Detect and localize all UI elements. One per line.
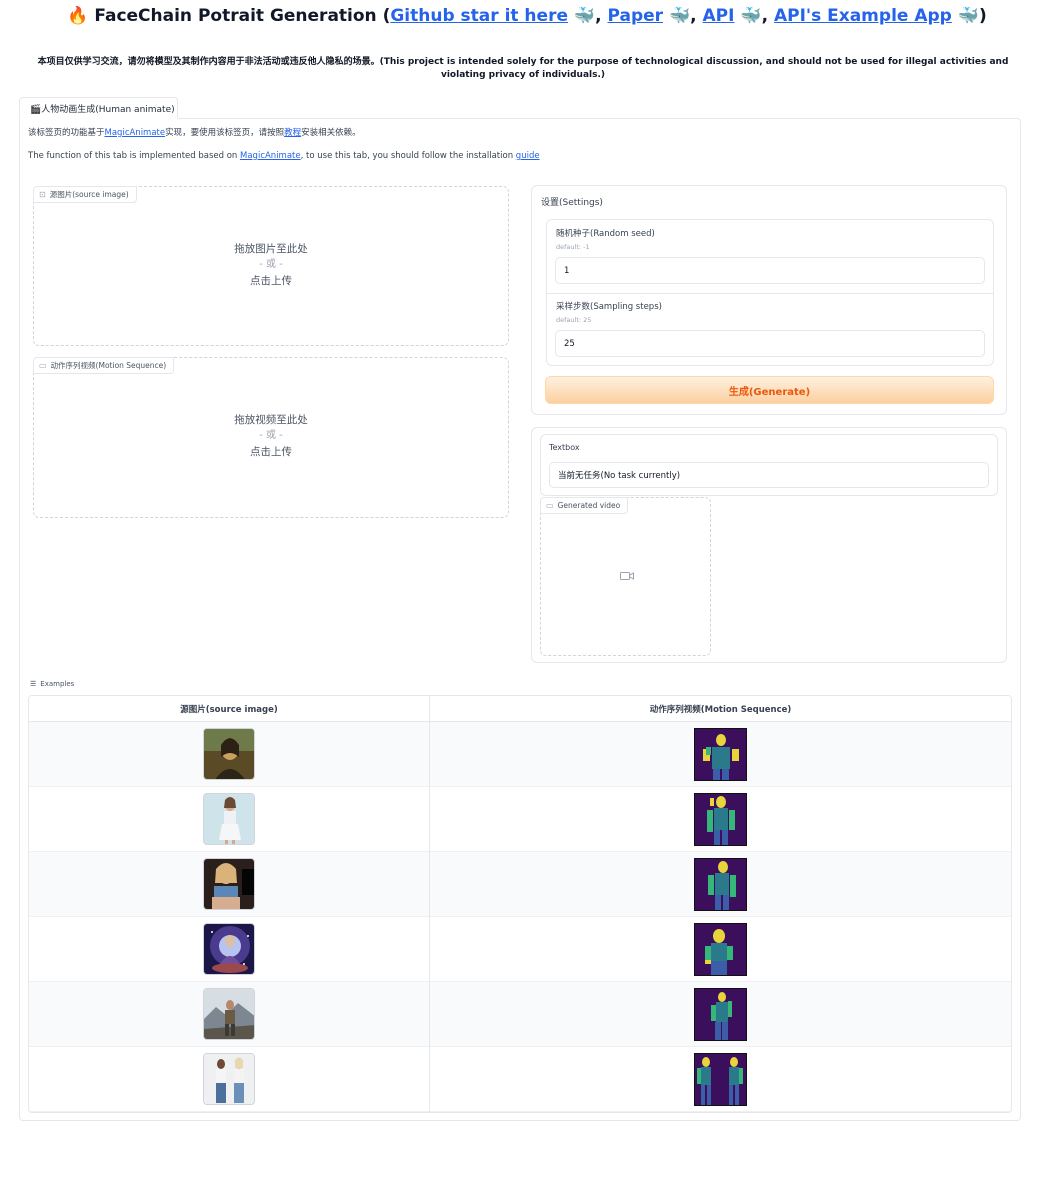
densepose-thumbnail[interactable] — [694, 858, 747, 911]
woman-blue-top-thumbnail[interactable] — [203, 858, 255, 910]
whale-icon: 🐳 — [668, 6, 691, 26]
generated-video-label: ▭ Generated video — [540, 497, 629, 514]
list-icon: ☰ — [30, 680, 37, 688]
woman-white-dress-thumbnail[interactable] — [203, 793, 255, 845]
title-text: FaceChain Potrait Generation ( — [94, 6, 391, 26]
example-row[interactable] — [29, 917, 1011, 982]
example-row[interactable] — [29, 982, 1011, 1047]
examples-label: ☰ Examples — [30, 680, 75, 688]
source-image-drop-text: 拖放图片至此处 - 或 - 点击上传 — [234, 243, 308, 287]
example-row[interactable] — [29, 787, 1011, 852]
example-row[interactable] — [29, 722, 1011, 787]
two-women-thumbnail[interactable] — [203, 1053, 255, 1105]
example-row[interactable] — [29, 1047, 1011, 1112]
fire-icon: 🔥 — [67, 6, 89, 26]
clapper-icon: 🎬 — [30, 105, 42, 115]
cosmic-meditation-thumbnail[interactable] — [203, 923, 255, 975]
video-camera-icon — [620, 572, 634, 580]
intro-en: The function of this tab is implemented … — [28, 151, 540, 161]
disclaimer-text: 本项目仅供学习交流，请勿将模型及其制作内容用于非法活动或违反他人隐私的场景。(T… — [37, 57, 1009, 80]
video-icon: ▭ — [39, 361, 47, 370]
seed-label: 随机种子(Random seed) — [556, 229, 655, 239]
status-textbox[interactable]: 当前无任务(No task currently) — [549, 462, 989, 488]
column-divider — [429, 696, 430, 1112]
mona-lisa-thumbnail[interactable] — [203, 728, 255, 780]
api-link[interactable]: API — [703, 6, 735, 26]
intro-zh: 该标签页的功能基于MagicAnimate实现，要使用该标签页，请按照教程安装相… — [28, 128, 361, 138]
densepose-thumbnail[interactable] — [694, 793, 747, 846]
magicanimate-link-zh[interactable]: MagicAnimate — [105, 128, 166, 138]
steps-info: default: 25 — [556, 316, 592, 324]
video-icon: ▭ — [546, 501, 554, 510]
tab-human-animate[interactable]: 🎬人物动画生成(Human animate) — [19, 97, 178, 119]
examples-header: 源图片(source image) 动作序列视频(Motion Sequence… — [29, 696, 1011, 722]
steps-input[interactable]: 25 — [555, 330, 985, 357]
whale-icon: 🐳 — [957, 6, 979, 26]
motion-sequence-upload[interactable]: ▭ 动作序列视频(Motion Sequence) 拖放视频至此处 - 或 - … — [33, 357, 509, 518]
textbox-label: Textbox — [549, 443, 580, 452]
guide-link-en[interactable]: guide — [516, 151, 540, 161]
densepose-thumbnail[interactable] — [694, 728, 747, 781]
textbox-group: Textbox 当前无任务(No task currently) — [540, 434, 998, 496]
generate-button[interactable]: 生成(Generate) — [545, 376, 994, 404]
densepose-thumbnail[interactable] — [694, 923, 747, 976]
paper-link[interactable]: Paper — [607, 6, 663, 26]
seed-input[interactable]: 1 — [555, 257, 985, 284]
seed-info: default: -1 — [556, 243, 590, 251]
source-image-label: ⊡ 源图片(source image) — [33, 186, 137, 203]
header-motion-sequence: 动作序列视频(Motion Sequence) — [649, 705, 792, 715]
man-mountains-thumbnail[interactable] — [203, 988, 255, 1040]
output-panel: Textbox 当前无任务(No task currently) ▭ Gener… — [531, 427, 1007, 663]
github-link[interactable]: Github star it here — [390, 6, 568, 26]
densepose-thumbnail[interactable] — [694, 988, 747, 1041]
whale-icon: 🐳 — [573, 6, 596, 26]
example-row[interactable] — [29, 852, 1011, 917]
magicanimate-link-en[interactable]: MagicAnimate — [240, 151, 301, 161]
header-source-image: 源图片(source image) — [180, 705, 278, 715]
steps-label: 采样步数(Sampling steps) — [556, 302, 662, 312]
whale-icon: 🐳 — [740, 6, 762, 26]
densepose-thumbnail[interactable] — [694, 1053, 747, 1106]
api-example-app-link[interactable]: API's Example App — [774, 6, 952, 26]
motion-sequence-drop-text: 拖放视频至此处 - 或 - 点击上传 — [234, 414, 308, 458]
page-title: 🔥 FaceChain Potrait Generation (Github s… — [67, 6, 987, 26]
motion-sequence-label: ▭ 动作序列视频(Motion Sequence) — [33, 357, 175, 374]
image-icon: ⊡ — [39, 190, 46, 199]
field-divider — [547, 293, 993, 294]
settings-fields: 随机种子(Random seed) default: -1 1 采样步数(Sam… — [546, 219, 994, 366]
tutorial-link-zh[interactable]: 教程 — [284, 128, 301, 138]
source-image-upload[interactable]: ⊡ 源图片(source image) 拖放图片至此处 - 或 - 点击上传 — [33, 186, 509, 346]
tab-label: 人物动画生成(Human animate) — [41, 105, 175, 115]
settings-title: 设置(Settings) — [541, 198, 603, 208]
examples-rows — [29, 722, 1011, 1112]
examples-table: 源图片(source image) 动作序列视频(Motion Sequence… — [28, 695, 1012, 1113]
generated-video: ▭ Generated video — [540, 497, 711, 656]
settings-panel: 设置(Settings) 随机种子(Random seed) default: … — [531, 185, 1007, 415]
